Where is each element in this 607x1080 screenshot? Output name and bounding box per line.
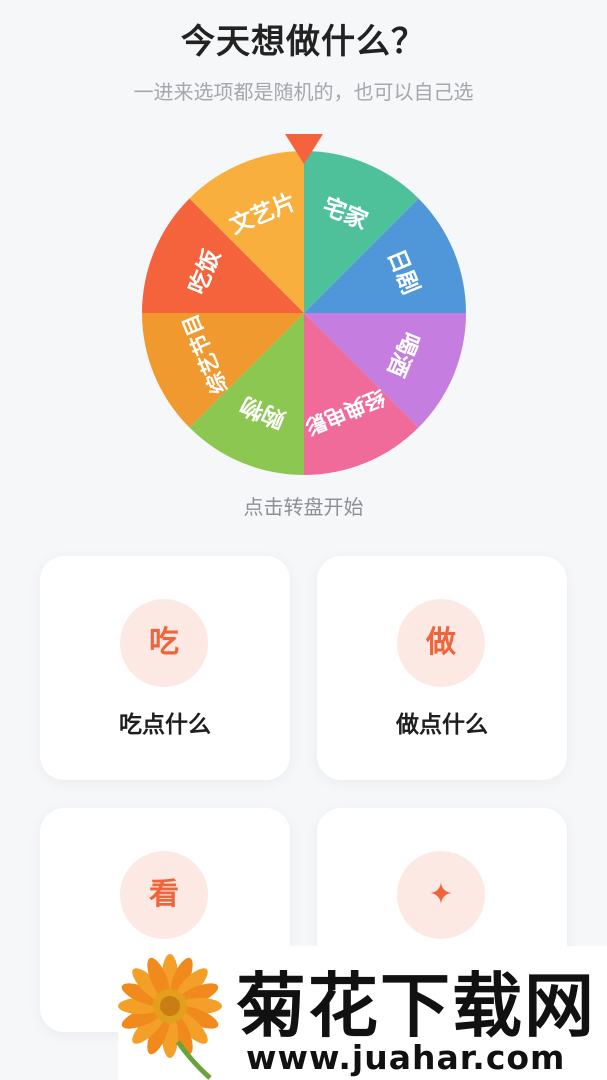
watermark-brand: 菊花下载网 — [236, 965, 596, 1047]
watch-icon: 看 — [120, 851, 208, 939]
page-title: 今天想做什么？ — [181, 22, 426, 62]
sparkle-icon: ✦ — [397, 851, 485, 939]
watermark-url: www.juahar.com — [246, 1038, 566, 1077]
flower-icon — [118, 954, 222, 1080]
eat-icon: 吃 — [120, 599, 208, 687]
wheel-graphic[interactable]: 宅家日剧喝酒经典电影购物综艺节目吃饭文艺片 — [136, 130, 472, 476]
card-do-label: 做点什么 — [396, 712, 488, 738]
wheel-hint: 点击转盘开始 — [243, 495, 364, 519]
watermark-overlay: 菊花下载网 www.juahar.com — [118, 946, 607, 1080]
card-eat-label: 吃点什么 — [119, 712, 211, 738]
card-do[interactable]: 做 做点什么 — [317, 556, 567, 780]
spin-wheel[interactable]: 宅家 日剧 喝酒 经典电影 购物 综艺节目 吃饭 文艺片 — [136, 130, 472, 476]
do-icon: 做 — [397, 599, 485, 687]
page-subtitle: 一进来选项都是随机的，也可以自己选 — [133, 80, 474, 104]
card-eat[interactable]: 吃 吃点什么 — [40, 556, 290, 780]
